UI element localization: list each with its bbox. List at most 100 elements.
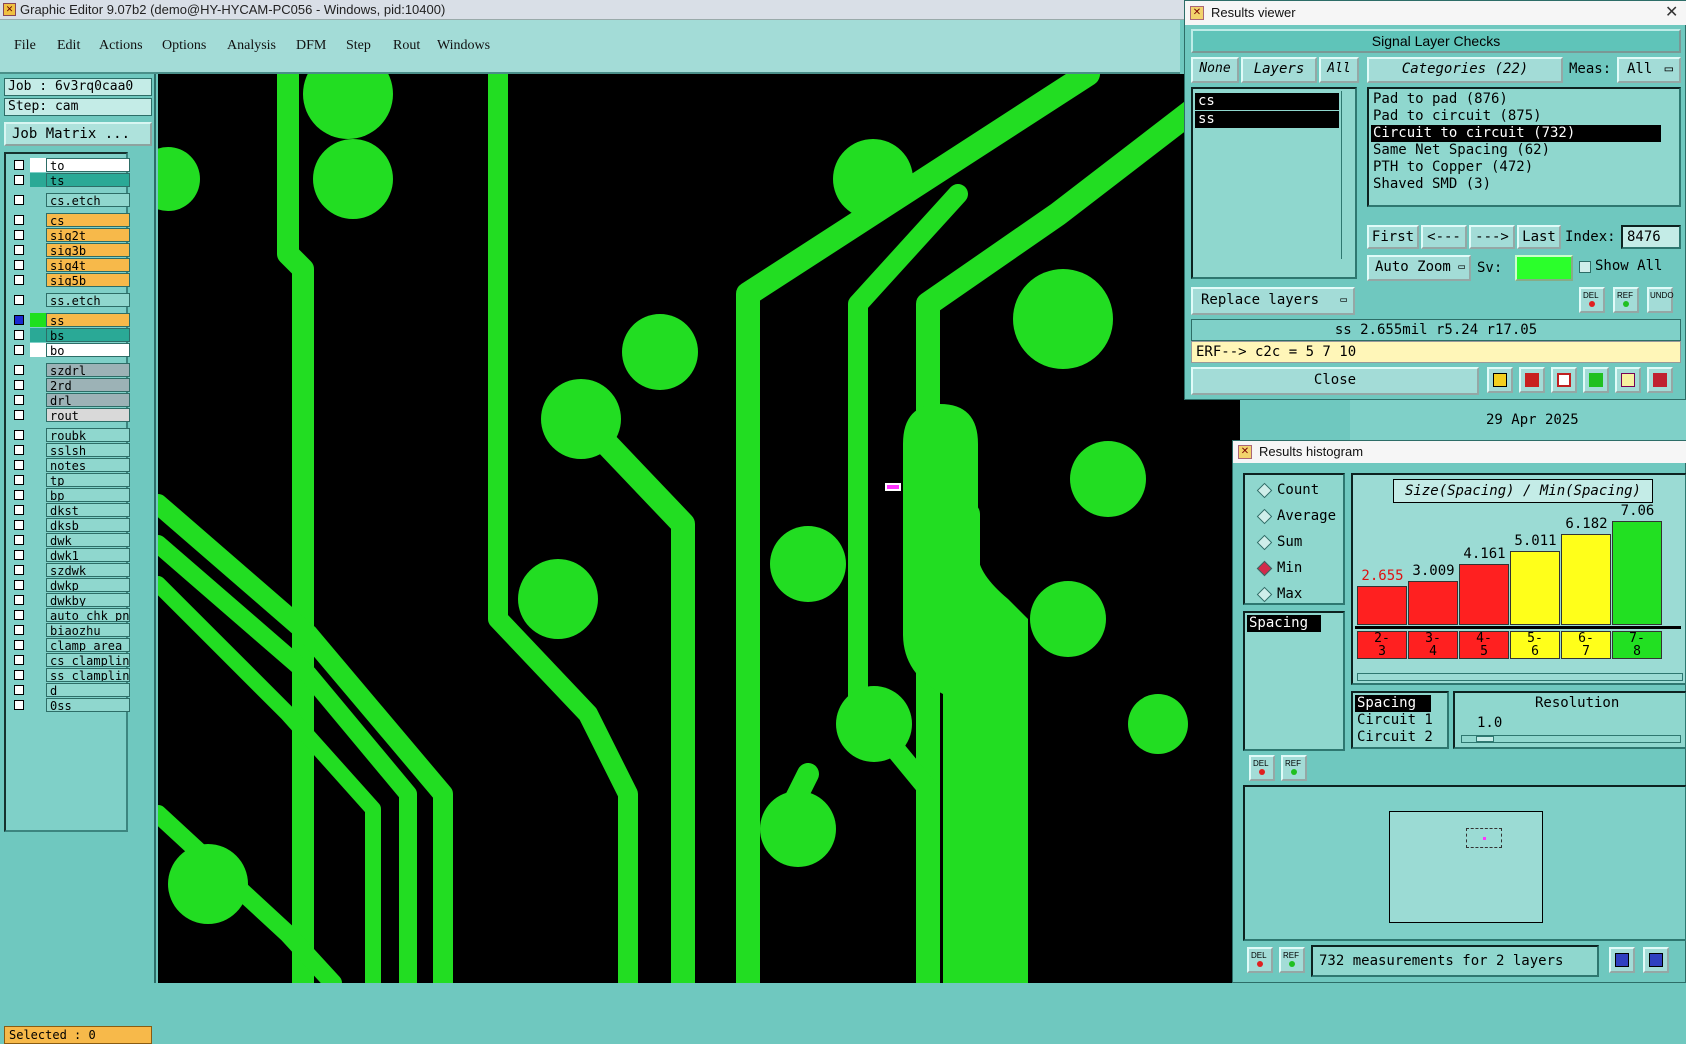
overview-viewport[interactable]	[1466, 828, 1502, 848]
layer-row-biaozhu[interactable]: biaozhu	[10, 623, 130, 637]
layer-checkbox[interactable]	[14, 565, 24, 575]
layer-checkbox[interactable]	[14, 685, 24, 695]
index-field[interactable]: 8476	[1621, 225, 1681, 249]
attribute-item-selected[interactable]: Spacing	[1247, 615, 1321, 632]
layer-row-drl[interactable]: drl	[10, 393, 130, 407]
result-layer-cs[interactable]: cs	[1195, 93, 1339, 110]
layer-checkbox[interactable]	[14, 245, 24, 255]
histogram-bar[interactable]	[1612, 521, 1662, 625]
layer-row-bo[interactable]: bo	[10, 343, 130, 357]
expand-histogram-icon[interactable]	[1643, 947, 1669, 973]
radio-sum[interactable]: Sum	[1257, 531, 1302, 553]
layer-row-szdwk[interactable]: szdwk	[10, 563, 130, 577]
layer-checkbox[interactable]	[14, 160, 24, 170]
layer-row-szdrl[interactable]: szdrl	[10, 363, 130, 377]
histogram-bar[interactable]	[1561, 534, 1611, 625]
reference-result-button[interactable]: REF	[1613, 287, 1639, 313]
layer-row-bs[interactable]: bs	[10, 328, 130, 342]
clear-icon[interactable]	[1551, 367, 1577, 393]
layer-row-0ss[interactable]: 0ss	[10, 698, 130, 712]
layer-checkbox[interactable]	[14, 315, 24, 325]
layer-checkbox[interactable]	[14, 175, 24, 185]
undo-result-button[interactable]: UNDO	[1647, 287, 1674, 313]
layer-result-list[interactable]: cs ss	[1191, 87, 1357, 279]
layer-checkbox[interactable]	[14, 700, 24, 710]
layer-checkbox[interactable]	[14, 490, 24, 500]
histogram-icon[interactable]	[1647, 367, 1673, 393]
layer-row-roubk[interactable]: roubk	[10, 428, 130, 442]
sv-color-dropdown[interactable]	[1515, 255, 1573, 281]
prev-button[interactable]: <---	[1421, 225, 1467, 249]
layer-row-ts[interactable]: ts	[10, 173, 130, 187]
layer-row-sig3b[interactable]: sig3b	[10, 243, 130, 257]
chart-scrollbar[interactable]	[1357, 673, 1683, 681]
job-matrix-button[interactable]: Job Matrix ...	[4, 122, 152, 146]
delete-result-button[interactable]: DEL	[1579, 287, 1605, 313]
auto-zoom-dropdown[interactable]: Auto Zoom ▭	[1367, 255, 1471, 281]
radio-max[interactable]: Max	[1257, 583, 1302, 605]
export-icon[interactable]	[1519, 367, 1545, 393]
layer-checkbox[interactable]	[14, 295, 24, 305]
replace-layers-dropdown[interactable]: Replace layers ▭	[1191, 287, 1355, 315]
layer-checkbox[interactable]	[14, 195, 24, 205]
layer-list-scrollbar[interactable]	[1341, 91, 1353, 259]
menu-windows[interactable]: Windows	[437, 38, 490, 54]
meas-dropdown[interactable]: All ▭	[1617, 57, 1681, 83]
layer-row-to[interactable]: to	[10, 158, 130, 172]
layer-row-dwkp[interactable]: dwkp	[10, 578, 130, 592]
layer-checkbox[interactable]	[14, 395, 24, 405]
layer-row-ss[interactable]: ss	[10, 313, 130, 327]
menu-options[interactable]: Options	[162, 38, 206, 54]
radio-count[interactable]: Count	[1257, 479, 1319, 501]
refresh-icon[interactable]	[1583, 367, 1609, 393]
layer-row-sslsh[interactable]: sslsh	[10, 443, 130, 457]
layer-checkbox[interactable]	[14, 430, 24, 440]
layer-row-sig5b[interactable]: sig5b	[10, 273, 130, 287]
layer-row-cs-etch[interactable]: cs.etch	[10, 193, 130, 207]
category-item[interactable]: Pad to pad (876)	[1371, 91, 1661, 108]
layer-row-dwkby[interactable]: dwkby	[10, 593, 130, 607]
layer-checkbox[interactable]	[14, 260, 24, 270]
none-button[interactable]: None	[1191, 57, 1239, 83]
layer-row-notes[interactable]: notes	[10, 458, 130, 472]
histogram-bar[interactable]	[1459, 564, 1509, 625]
category-item[interactable]: Pad to circuit (875)	[1371, 108, 1661, 125]
field-circuit-2[interactable]: Circuit 2	[1355, 729, 1435, 746]
layers-button[interactable]: Layers	[1241, 57, 1317, 83]
layer-row-d[interactable]: d	[10, 683, 130, 697]
reference-summary-button[interactable]: REF	[1279, 947, 1305, 973]
report-icon[interactable]	[1615, 367, 1641, 393]
delete-measure-button[interactable]: DEL	[1249, 755, 1275, 781]
radio-average[interactable]: Average	[1257, 505, 1336, 527]
layer-checkbox[interactable]	[14, 610, 24, 620]
reference-measure-button[interactable]: REF	[1281, 755, 1307, 781]
menu-step[interactable]: Step	[346, 38, 371, 54]
next-button[interactable]: --->	[1469, 225, 1515, 249]
export-histogram-icon[interactable]	[1609, 947, 1635, 973]
category-item[interactable]: Same Net Spacing (62)	[1371, 142, 1661, 159]
result-layer-ss[interactable]: ss	[1195, 111, 1339, 128]
layer-row-cs[interactable]: cs	[10, 213, 130, 227]
histogram-bar[interactable]	[1510, 551, 1560, 625]
layer-checkbox[interactable]	[14, 520, 24, 530]
attribute-list[interactable]: Spacing	[1243, 611, 1345, 751]
layer-checkbox[interactable]	[14, 505, 24, 515]
layer-checkbox[interactable]	[14, 275, 24, 285]
layer-row-dkst[interactable]: dkst	[10, 503, 130, 517]
delete-summary-button[interactable]: DEL	[1247, 947, 1273, 973]
layer-row-sig2t[interactable]: sig2t	[10, 228, 130, 242]
field-spacing[interactable]: Spacing	[1355, 695, 1431, 712]
layer-checkbox[interactable]	[14, 445, 24, 455]
layer-row-ss-clampline[interactable]: ss_clampline	[10, 668, 130, 682]
first-button[interactable]: First	[1367, 225, 1419, 249]
slider-handle[interactable]	[1476, 736, 1494, 742]
layer-row-dwk[interactable]: dwk	[10, 533, 130, 547]
show-all-checkbox[interactable]	[1579, 261, 1591, 273]
measure-field-list[interactable]: Spacing Circuit 1 Circuit 2	[1351, 691, 1449, 749]
layer-checkbox[interactable]	[14, 535, 24, 545]
menu-edit[interactable]: Edit	[57, 38, 80, 54]
graphic-canvas[interactable]	[158, 74, 1240, 983]
layer-row-auto-chk-pnl[interactable]: auto_chk_pnl	[10, 608, 130, 622]
layer-checkbox[interactable]	[14, 475, 24, 485]
layer-checkbox[interactable]	[14, 345, 24, 355]
